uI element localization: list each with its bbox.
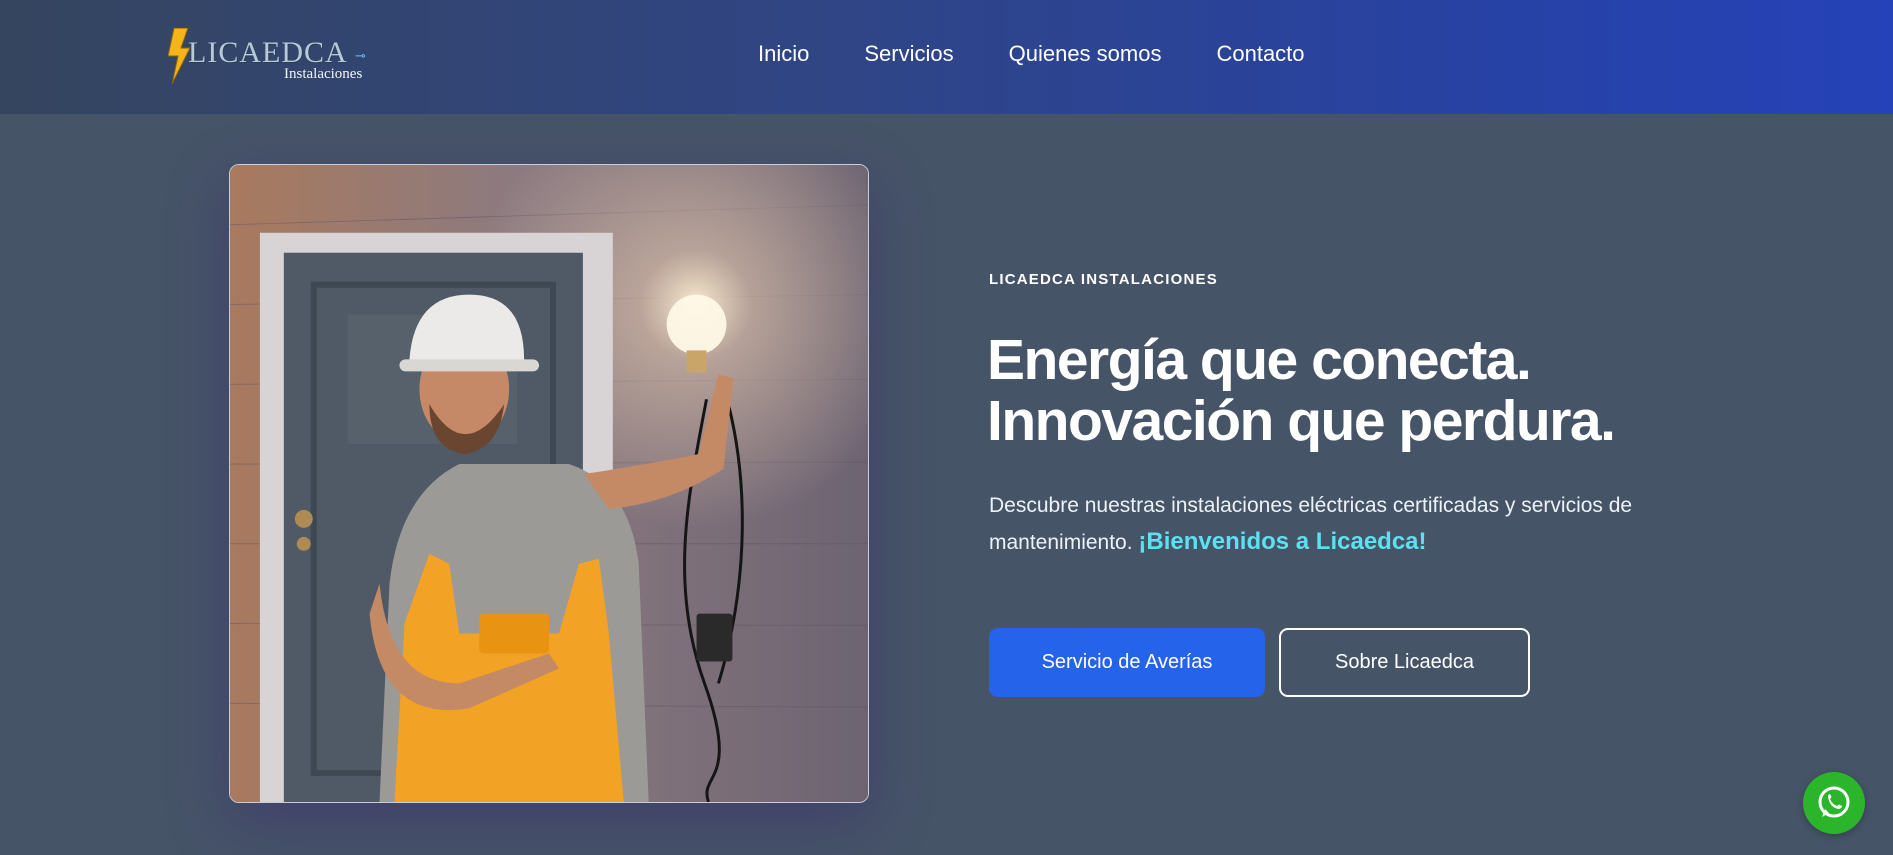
hero-image — [229, 164, 869, 803]
main-nav: Inicio Servicios Quienes somos Contacto — [758, 36, 1305, 72]
hero-description: Descubre nuestras instalaciones eléctric… — [989, 488, 1649, 561]
whatsapp-button[interactable] — [1803, 772, 1865, 834]
nav-item-servicios[interactable]: Servicios — [864, 41, 953, 67]
description-accent: ¡Bienvenidos a Licaedca! — [1138, 528, 1427, 555]
logo[interactable]: LICAEDCA ⊸ Instalaciones — [168, 26, 378, 88]
hero-eyebrow: LICAEDCA INSTALACIONES — [989, 271, 1218, 288]
page: LICAEDCA ⊸ Instalaciones Inicio Servicio… — [0, 0, 1893, 855]
plug-icon: ⊸ — [355, 48, 366, 63]
logo-subtitle: Instalaciones — [284, 66, 363, 82]
hero-headline: Energía que conecta. Innovación que perd… — [987, 330, 1707, 452]
headline-line-2: Innovación que perdura. — [987, 389, 1616, 453]
site-header: LICAEDCA ⊸ Instalaciones Inicio Servicio… — [0, 0, 1893, 114]
sobre-licaedca-button[interactable]: Sobre Licaedca — [1279, 628, 1530, 697]
nav-item-quienes-somos[interactable]: Quienes somos — [1009, 41, 1162, 67]
logo-brand: LICAEDCA — [188, 36, 348, 69]
servicio-averias-button[interactable]: Servicio de Averías — [989, 628, 1265, 697]
nav-item-contacto[interactable]: Contacto — [1216, 41, 1304, 67]
nav-item-inicio[interactable]: Inicio — [758, 41, 809, 67]
whatsapp-icon — [1818, 786, 1850, 818]
headline-line-1: Energía que conecta. — [987, 328, 1532, 392]
